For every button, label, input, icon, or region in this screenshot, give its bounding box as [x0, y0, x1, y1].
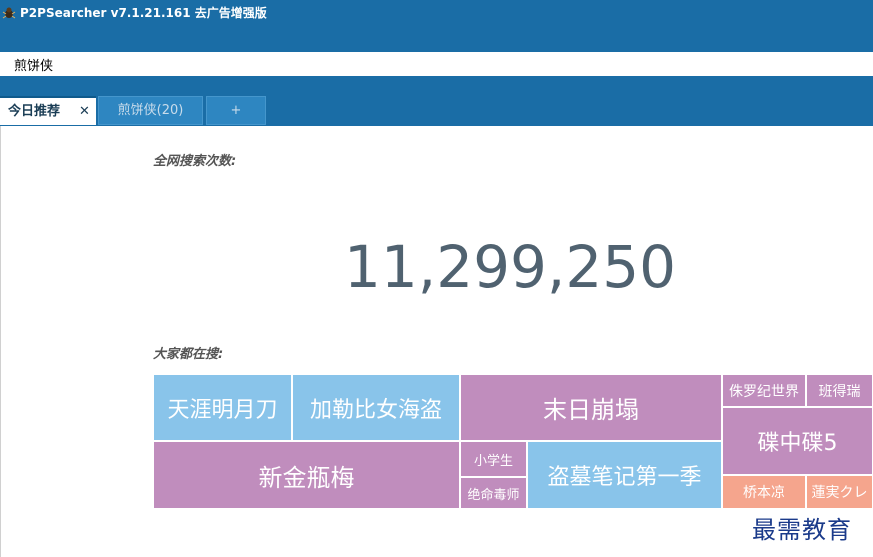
treemap-cell[interactable]: 小学生: [460, 441, 527, 477]
tab-today-recommend[interactable]: 今日推荐 ✕: [0, 96, 96, 125]
close-icon[interactable]: ✕: [79, 98, 90, 125]
treemap-cell[interactable]: 绝命毒师: [460, 477, 527, 509]
treemap-cell[interactable]: 蓮実クレ: [806, 475, 873, 509]
tab-label: 今日推荐: [8, 104, 61, 119]
spider-icon: [2, 7, 16, 19]
treemap-cell[interactable]: 天涯明月刀: [153, 374, 292, 441]
total-search-count: 11,299,250: [343, 233, 677, 301]
app-title: P2PSearcher v7.1.21.161 去广告增强版: [20, 6, 267, 20]
tab-bar: 今日推荐 ✕ 煎饼侠(20) +: [0, 76, 873, 126]
total-search-label: 全网搜索次数:: [153, 154, 237, 169]
title-bar: P2PSearcher v7.1.21.161 去广告增强版: [0, 0, 873, 52]
tab-search-result[interactable]: 煎饼侠(20): [98, 96, 203, 125]
treemap-cell[interactable]: 盗墓笔记第一季: [527, 441, 722, 509]
treemap-cell[interactable]: 碟中碟5: [722, 407, 873, 475]
treemap-cell[interactable]: 加勒比女海盗: [292, 374, 460, 441]
add-tab-button[interactable]: +: [206, 96, 266, 125]
search-input[interactable]: [10, 53, 873, 75]
treemap-cell[interactable]: 新金瓶梅: [153, 441, 460, 509]
treemap-cell[interactable]: 班得瑞: [806, 374, 873, 407]
content-border: [0, 126, 1, 557]
popular-search-label: 大家都在搜:: [153, 347, 224, 362]
watermark-logo: 最需教育: [752, 516, 852, 544]
treemap-cell[interactable]: 侏罗纪世界: [722, 374, 806, 407]
treemap-cell[interactable]: 桥本凉: [722, 475, 806, 509]
treemap-cell[interactable]: 末日崩塌: [460, 374, 722, 441]
